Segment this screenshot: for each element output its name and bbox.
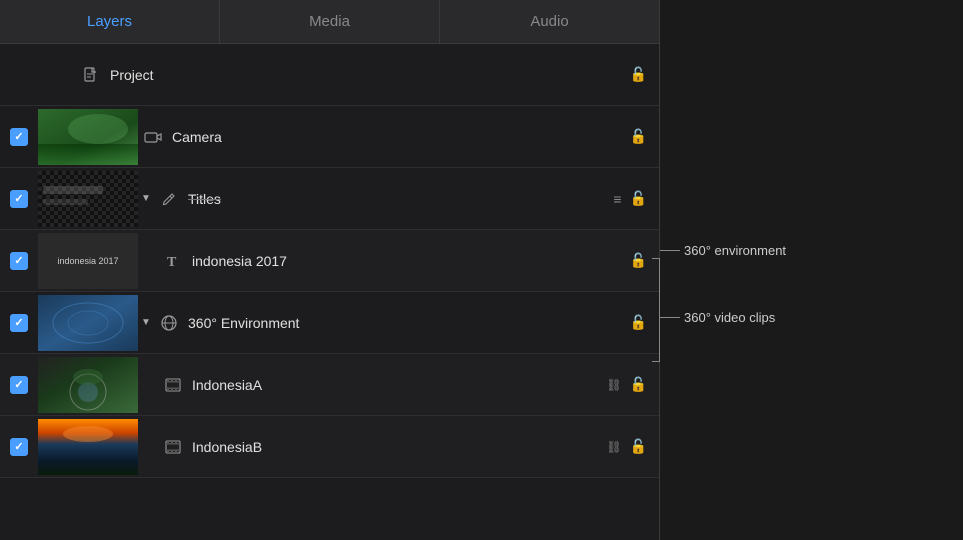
lock-icon-titles[interactable]: 🔓	[630, 190, 647, 207]
ann-line-clips	[660, 317, 680, 318]
checkbox-area-indonesiaB[interactable]	[0, 438, 38, 456]
checkbox-camera[interactable]	[10, 128, 28, 146]
layer-name-titles: Titles	[184, 191, 613, 207]
layer-actions-indonesia2017: 🔓	[630, 252, 647, 269]
layers-panel: Layers Media Audio Project 🔓	[0, 0, 660, 540]
checkbox-indonesiaB[interactable]	[10, 438, 28, 456]
lock-icon-indonesia2017[interactable]: 🔓	[630, 252, 647, 269]
layer-row-project[interactable]: Project 🔓	[0, 44, 659, 106]
thumbnail-titles	[38, 171, 138, 227]
checkbox-area-titles[interactable]	[0, 190, 38, 208]
layer-name-360env: 360° Environment	[184, 315, 630, 331]
layer-name-indonesiaB: IndonesiaB	[188, 439, 606, 455]
lock-icon-project[interactable]: 🔓	[630, 66, 647, 83]
checkbox-area-camera[interactable]	[0, 128, 38, 146]
annotation-360env: 360° environment	[660, 243, 786, 258]
camera-icon	[142, 130, 164, 144]
film-icon-B	[162, 440, 184, 454]
layer-actions-indonesiaA: ⛓ 🔓	[606, 376, 647, 393]
pen-icon	[158, 192, 180, 206]
layer-name-camera: Camera	[168, 129, 630, 145]
checkbox-area-indonesia2017[interactable]	[0, 252, 38, 270]
layer-row-titles[interactable]: ▼ Titles ≡ 🔓	[0, 168, 659, 230]
thumbnail-360env	[38, 295, 138, 351]
layer-row-360env[interactable]: ▼ 360° Environment 🔓	[0, 292, 659, 354]
expand-arrow-360env[interactable]: ▼	[138, 317, 154, 328]
layer-row-camera[interactable]: Camera 🔓	[0, 106, 659, 168]
tab-audio[interactable]: Audio	[440, 0, 659, 43]
checkbox-indonesia2017[interactable]	[10, 252, 28, 270]
layer-row-indonesiaA[interactable]: IndonesiaA ⛓ 🔓	[0, 354, 659, 416]
tab-media[interactable]: Media	[220, 0, 440, 43]
thumbnail-camera	[38, 109, 138, 165]
thumbnail-indonesia2017: indonesia 2017	[38, 233, 138, 289]
layer-actions-camera: 🔓	[630, 128, 647, 145]
text-icon: T	[162, 253, 184, 269]
link-icon-indonesiaA[interactable]: ⛓	[606, 378, 621, 392]
lock-icon-indonesiaB[interactable]: 🔓	[630, 438, 647, 455]
svg-text:T: T	[167, 255, 177, 269]
layer-actions-360env: 🔓	[630, 314, 647, 331]
layer-row-indonesiaB[interactable]: IndonesiaB ⛓ 🔓	[0, 416, 659, 478]
tab-bar: Layers Media Audio	[0, 0, 659, 44]
link-icon-indonesiaB[interactable]: ⛓	[606, 440, 621, 454]
thumbnail-indonesiaA	[38, 357, 138, 413]
annotation-clips: 360° video clips	[660, 310, 775, 325]
lock-icon-indonesiaA[interactable]: 🔓	[630, 376, 647, 393]
annotation-text-360env: 360° environment	[684, 243, 786, 258]
film-icon-A	[162, 378, 184, 392]
annotation-bracket-clips	[652, 258, 660, 362]
layer-name-indonesiaA: IndonesiaA	[188, 377, 606, 393]
checkbox-area-360env[interactable]	[0, 314, 38, 332]
stack-icon-titles: ≡	[613, 191, 621, 207]
layer-row-indonesia2017[interactable]: indonesia 2017 T indonesia 2017 🔓	[0, 230, 659, 292]
lock-icon-360env[interactable]: 🔓	[630, 314, 647, 331]
checkbox-360env[interactable]	[10, 314, 28, 332]
layer-actions-project: 🔓	[630, 66, 647, 83]
annotations-area: 360° environment 360° video clips	[660, 0, 963, 540]
360-icon	[158, 314, 180, 332]
checkbox-indonesiaA[interactable]	[10, 376, 28, 394]
thumbnail-text-indonesia2017: indonesia 2017	[55, 254, 120, 268]
layer-name-project: Project	[106, 67, 630, 83]
document-icon	[80, 67, 102, 83]
thumbnail-indonesiaB	[38, 419, 138, 475]
tab-layers[interactable]: Layers	[0, 0, 220, 43]
annotation-text-clips: 360° video clips	[684, 310, 775, 325]
lock-icon-camera[interactable]: 🔓	[630, 128, 647, 145]
layer-list: Project 🔓	[0, 44, 659, 540]
layer-actions-indonesiaB: ⛓ 🔓	[606, 438, 647, 455]
layer-actions-titles: ≡ 🔓	[613, 190, 647, 207]
checkbox-area-indonesiaA[interactable]	[0, 376, 38, 394]
checkbox-titles[interactable]	[10, 190, 28, 208]
ann-line-360env	[660, 250, 680, 251]
layer-name-indonesia2017: indonesia 2017	[188, 253, 630, 269]
expand-arrow-titles[interactable]: ▼	[138, 193, 154, 204]
